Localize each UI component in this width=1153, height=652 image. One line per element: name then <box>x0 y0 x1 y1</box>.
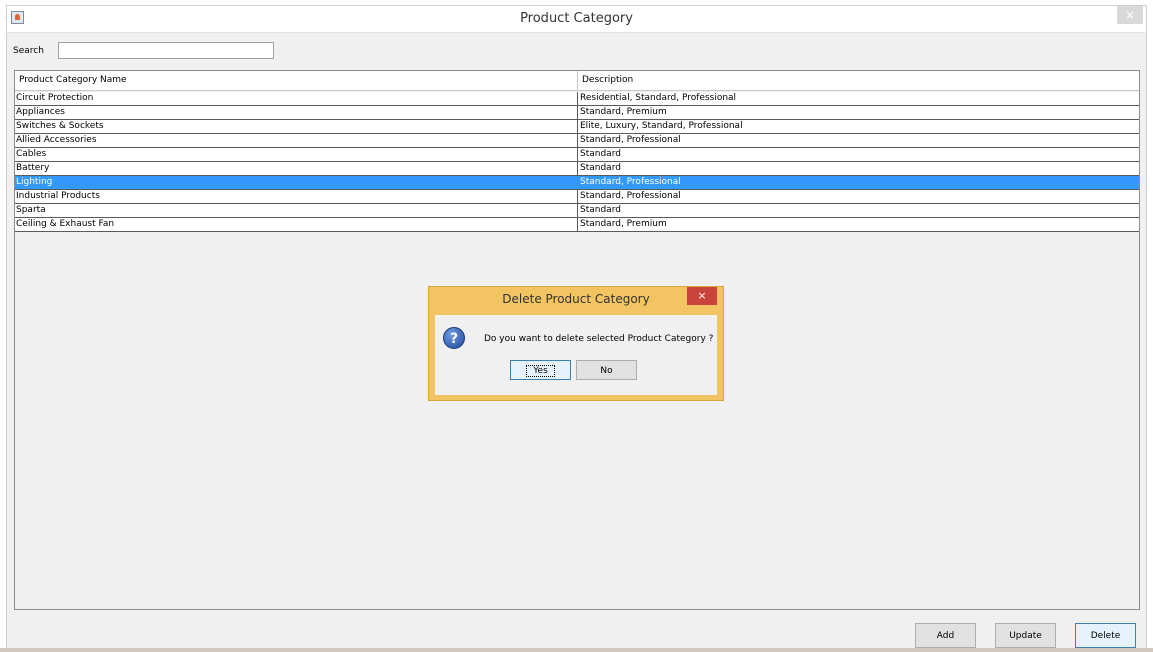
cell-description: Standard <box>580 205 621 215</box>
table-row[interactable]: Ceiling & Exhaust Fan Standard, Premium <box>15 218 1139 232</box>
cell-description: Elite, Luxury, Standard, Professional <box>580 121 743 131</box>
cell-description: Standard, Professional <box>580 177 681 187</box>
delete-confirm-dialog: Delete Product Category × ? Do you want … <box>428 286 724 401</box>
yes-button-label: Yes <box>526 365 555 377</box>
cell-description: Standard <box>580 163 621 173</box>
table-row[interactable]: Allied Accessories Standard, Professional <box>15 134 1139 148</box>
cell-description: Standard, Premium <box>580 107 667 117</box>
column-header-description[interactable]: Description <box>578 71 1139 90</box>
table-row[interactable]: Lighting Standard, Professional <box>15 176 1139 190</box>
title-bar: Product Category × <box>7 6 1146 33</box>
table-row[interactable]: Battery Standard <box>15 162 1139 176</box>
cell-category-name: Switches & Sockets <box>15 120 578 133</box>
add-button[interactable]: Add <box>915 623 976 648</box>
table-row[interactable]: Circuit Protection Residential, Standard,… <box>15 92 1139 106</box>
cell-description: Standard <box>580 149 621 159</box>
table-row[interactable]: Sparta Standard <box>15 204 1139 218</box>
cell-category-name: Ceiling & Exhaust Fan <box>15 218 578 231</box>
cell-category-name: Industrial Products <box>15 190 578 203</box>
taskbar-strip <box>0 648 1153 652</box>
cell-category-name: Cables <box>15 148 578 161</box>
cell-description: Standard, Premium <box>580 219 667 229</box>
update-button[interactable]: Update <box>995 623 1056 648</box>
cell-description: Residential, Standard, Professional <box>580 93 737 103</box>
search-label: Search <box>13 46 44 56</box>
search-input[interactable] <box>58 42 274 59</box>
cell-category-name: Circuit Protection <box>15 92 578 105</box>
table-row[interactable]: Appliances Standard, Premium <box>15 106 1139 120</box>
no-button[interactable]: No <box>576 360 637 380</box>
table-row[interactable]: Cables Standard <box>15 148 1139 162</box>
window-close-button[interactable]: × <box>1117 6 1143 24</box>
dialog-body: ? Do you want to delete selected Product… <box>435 315 717 395</box>
cell-category-name: Allied Accessories <box>15 134 578 147</box>
window-title: Product Category <box>520 11 633 26</box>
table-header: Product Category Name Description <box>15 71 1139 91</box>
table-row[interactable]: Switches & Sockets Elite, Luxury, Standar… <box>15 120 1139 134</box>
table-body: Circuit Protection Residential, Standard,… <box>15 92 1139 232</box>
table-row[interactable]: Industrial Products Standard, Professiona… <box>15 190 1139 204</box>
cell-category-name: Battery <box>15 162 578 175</box>
yes-button[interactable]: Yes <box>510 360 571 380</box>
cell-category-name: Appliances <box>15 106 578 119</box>
column-header-name[interactable]: Product Category Name <box>15 71 578 90</box>
cell-description: Standard, Professional <box>580 191 681 201</box>
dialog-title: Delete Product Category <box>502 292 650 306</box>
dialog-message: Do you want to delete selected Product C… <box>484 334 714 344</box>
cell-category-name: Sparta <box>15 204 578 217</box>
cell-category-name: Lighting <box>15 176 578 189</box>
question-icon: ? <box>443 327 465 349</box>
cell-description: Standard, Professional <box>580 135 681 145</box>
dialog-close-button[interactable]: × <box>687 287 717 305</box>
delete-button[interactable]: Delete <box>1075 623 1136 648</box>
